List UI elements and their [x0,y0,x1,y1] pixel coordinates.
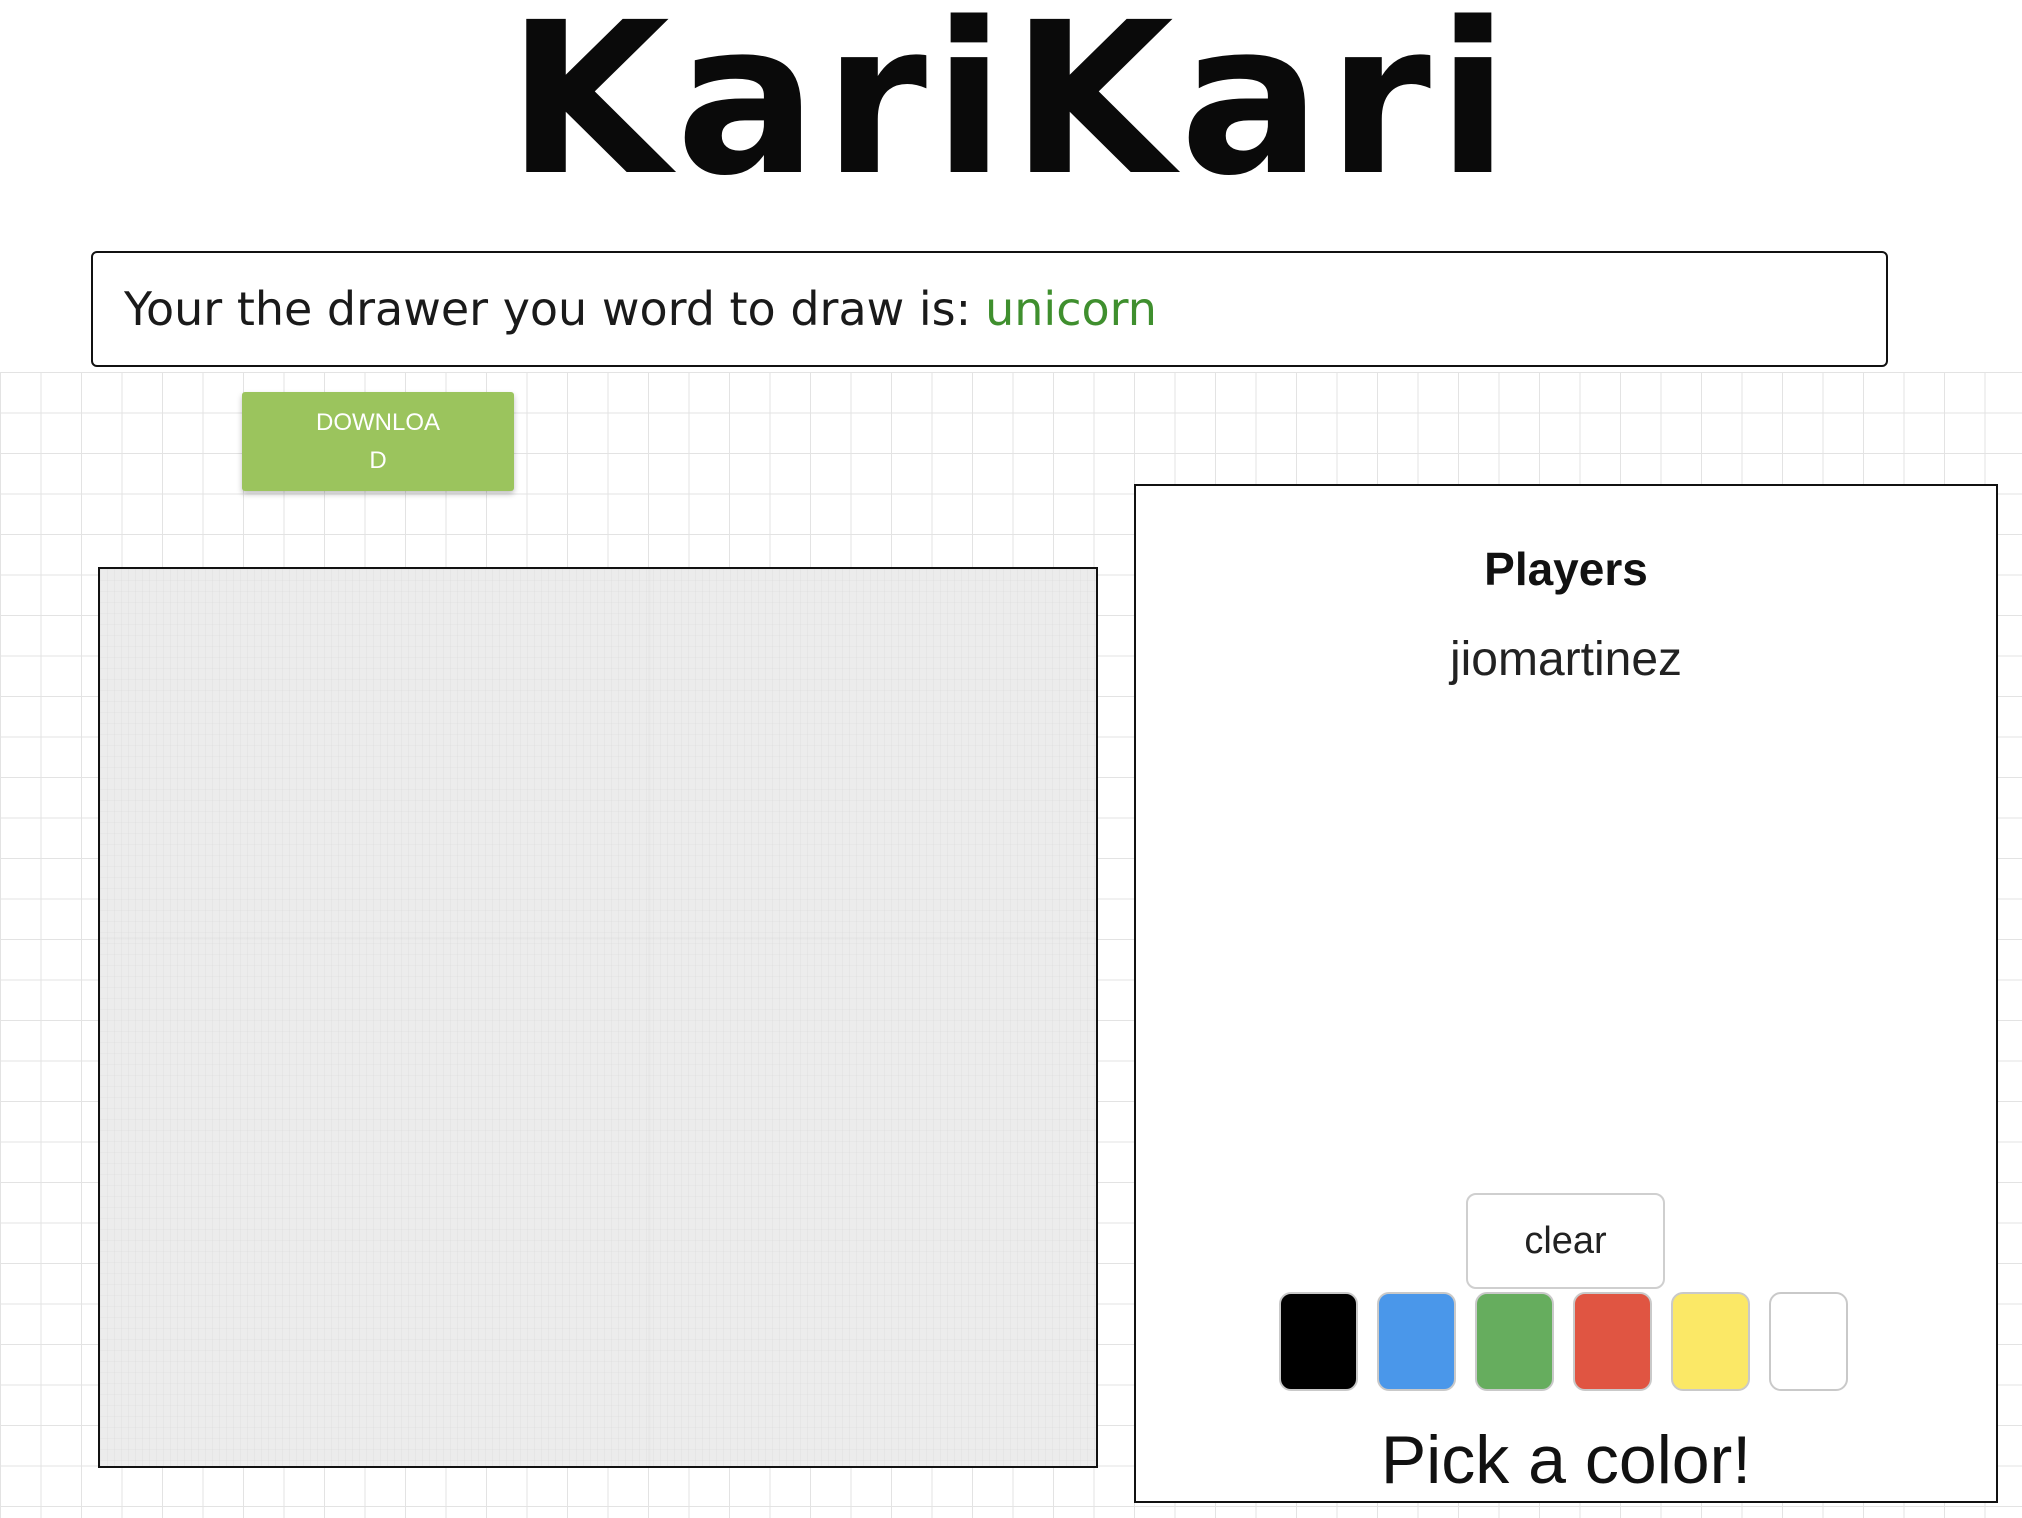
download-button[interactable]: DOWNLOAD [242,392,514,491]
players-title: Players [1484,543,1648,595]
color-swatch-yellow[interactable] [1671,1292,1750,1391]
color-swatch-blue[interactable] [1377,1292,1456,1391]
color-swatch-black[interactable] [1279,1292,1358,1391]
word-banner: Your the drawer you word to draw is: uni… [91,251,1888,367]
clear-button[interactable]: clear [1466,1193,1665,1289]
color-swatch-red[interactable] [1573,1292,1652,1391]
pick-color-label: Pick a color! [1380,1422,1752,1498]
color-swatch-white[interactable] [1769,1292,1848,1391]
player-name: jiomartinez [1449,633,1683,686]
color-swatches [1279,1292,1848,1391]
app-logo: KariKari [507,0,1515,222]
word-to-draw: unicorn [985,282,1157,336]
players-panel: Players jiomartinez clear Pick a color! [1134,484,1998,1503]
color-swatch-green[interactable] [1475,1292,1554,1391]
drawer-prompt-text: Your the drawer you word to draw is: [124,282,972,336]
drawing-canvas[interactable] [98,567,1098,1468]
